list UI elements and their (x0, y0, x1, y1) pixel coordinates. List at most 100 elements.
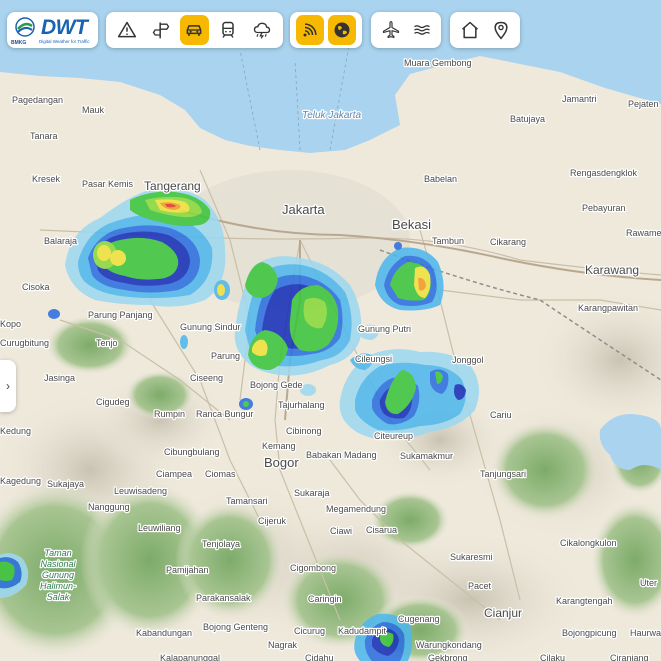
town-label: Babakan Madang (306, 450, 377, 460)
train-icon (222, 21, 235, 38)
town-label: Uter (640, 578, 657, 588)
town-label: Mauk (82, 105, 105, 115)
town-label: Cigudeg (96, 397, 130, 407)
aviation-button[interactable] (377, 15, 404, 45)
town-label: Cibungbulang (164, 447, 220, 457)
town-label: Haurwangi (630, 628, 661, 638)
town-label: Sukajaya (47, 479, 84, 489)
town-label: Balaraja (44, 236, 77, 246)
town-label: Cilaku (540, 653, 565, 661)
traffic-layer-group (106, 12, 283, 48)
radar-toggle-button[interactable] (296, 15, 324, 45)
town-label: Kopo (0, 319, 21, 329)
town-label: Kedung (0, 426, 31, 436)
satellite-toggle-button[interactable] (328, 15, 356, 45)
home-button[interactable] (456, 15, 483, 45)
town-label: Rengasdengklok (570, 168, 638, 178)
town-label: Karangpawitan (578, 303, 638, 313)
warning-button[interactable] (112, 15, 142, 45)
direction-sign-button[interactable] (146, 15, 176, 45)
town-label: Parung Panjang (88, 310, 153, 320)
town-label: Pasar Kemis (82, 179, 134, 189)
city-label-jakarta: Jakarta (282, 202, 325, 217)
town-label: Sukaresmi (450, 552, 493, 562)
city-label-karawang: Karawang (585, 263, 639, 277)
town-label: Kabandungan (136, 628, 192, 638)
weather-alert-button[interactable] (247, 15, 277, 45)
town-label: Cikarang (490, 237, 526, 247)
town-label: Ciranjang (610, 653, 649, 661)
location-pin-icon (493, 21, 508, 40)
town-label: Nagrak (268, 640, 298, 650)
town-label: Pebayuran (582, 203, 626, 213)
town-label: Gunung Putri (358, 324, 411, 334)
satellite-icon (334, 22, 350, 38)
rail-button[interactable] (213, 15, 243, 45)
town-label: Rawamerta (626, 228, 661, 238)
my-location-button[interactable] (487, 15, 514, 45)
storm-cloud-icon (253, 22, 271, 39)
town-label: Kemang (262, 441, 296, 451)
city-label-tangerang: Tangerang (144, 179, 201, 193)
town-label: Curugbitung (0, 338, 49, 348)
town-label: Leuwiliang (138, 523, 181, 533)
town-label: Jonggol (452, 355, 484, 365)
car-icon (187, 25, 202, 36)
town-label: Sukamakmur (400, 451, 453, 461)
town-label: Kresek (32, 174, 61, 184)
town-label: Ciomas (205, 469, 236, 479)
town-label: Ciampea (156, 469, 192, 479)
town-label: Jamantri (562, 94, 597, 104)
town-label: Sukaraja (294, 488, 330, 498)
town-label: Tambun (432, 236, 464, 246)
town-label: Kagedung (0, 476, 41, 486)
transport-layer-group (371, 12, 441, 48)
town-label: Pacet (468, 581, 492, 591)
town-label: Tanara (30, 131, 58, 141)
city-label-bogor: Bogor (264, 455, 299, 470)
town-label: Cisarua (366, 525, 397, 535)
town-label: Warungkondang (416, 640, 482, 650)
maritime-button[interactable] (408, 15, 435, 45)
town-label: Babelan (424, 174, 457, 184)
town-label: Cigombong (290, 563, 336, 573)
map-toolbar (0, 12, 661, 48)
town-label: Karangtengah (556, 596, 613, 606)
town-label: Cicurug (294, 626, 325, 636)
radar-icon (303, 23, 317, 37)
town-label: Kadudampit (338, 626, 387, 636)
navigation-group (450, 12, 520, 48)
town-label: Pagedangan (12, 95, 63, 105)
chevron-right-icon: › (6, 379, 10, 393)
town-label: Cileungsi (355, 354, 392, 364)
warning-icon (117, 21, 136, 38)
town-label: Tajurhalang (278, 400, 325, 410)
city-label-bekasi: Bekasi (392, 217, 431, 232)
town-label: Cikalongkulon (560, 538, 617, 548)
town-label: Nanggung (88, 502, 130, 512)
town-label: Cugenang (398, 614, 440, 624)
town-label: Ranca Bungur (196, 409, 254, 419)
town-label: Cisoka (22, 282, 50, 292)
city-label-cianjur: Cianjur (484, 606, 522, 620)
side-panel-toggle[interactable]: › (0, 360, 16, 412)
map-view[interactable]: Teluk Jakarta Jakarta Bekasi Karawang Bo… (0, 0, 661, 661)
town-label: Ciawi (330, 526, 352, 536)
town-label: Bojong Genteng (203, 622, 268, 632)
town-label: Cidahu (305, 653, 334, 661)
airplane-icon (382, 21, 399, 39)
town-label: Caringin (308, 594, 342, 604)
town-label: Pejaten (628, 99, 659, 109)
town-label: Bojongpicung (562, 628, 617, 638)
town-label: Tenjolaya (202, 539, 240, 549)
town-label: Leuwisadeng (114, 486, 167, 496)
town-label: Pamijahan (166, 565, 209, 575)
waves-icon (413, 25, 430, 35)
radar-layer-group (290, 12, 362, 48)
town-label: Gunung Sindur (180, 322, 241, 332)
town-label: Tenjo (96, 338, 118, 348)
town-label: Kalapanunggal (160, 653, 220, 661)
town-label: Batujaya (510, 114, 545, 124)
road-traffic-button[interactable] (179, 15, 210, 45)
town-label: Tanjungsari (480, 469, 526, 479)
